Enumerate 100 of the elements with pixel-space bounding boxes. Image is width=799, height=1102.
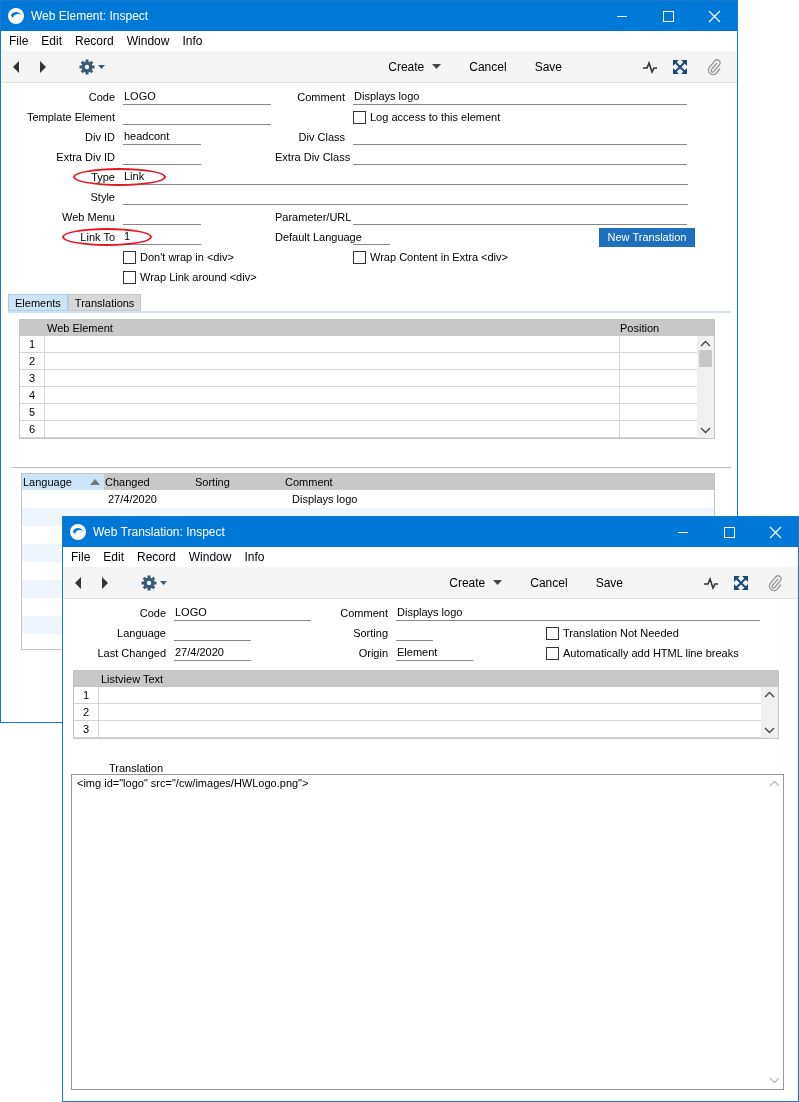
input-field[interactable]: 1: [123, 229, 201, 245]
column-header: Position: [619, 322, 661, 334]
scroll-up-icon[interactable]: [764, 691, 775, 698]
checkbox-label: Automatically add HTML line breaks: [563, 647, 739, 659]
row-number: 3: [74, 721, 99, 737]
field-label: Template Element: [26, 111, 115, 123]
paperclip-icon[interactable]: [768, 573, 782, 592]
row-number: 5: [20, 404, 45, 420]
scroll-up-icon[interactable]: [700, 340, 711, 347]
paperclip-icon[interactable]: [707, 57, 721, 76]
row-number: 2: [20, 353, 45, 369]
input-field[interactable]: Displays logo: [396, 605, 760, 621]
toolbar-button[interactable]: Create: [449, 575, 503, 590]
row-number: 4: [20, 387, 45, 403]
app-logo-icon: [69, 523, 87, 541]
field-label: Div Class: [298, 131, 345, 143]
column-header[interactable]: Changed: [104, 474, 194, 490]
field-label: Comment: [340, 607, 388, 619]
menu-item[interactable]: Edit: [35, 34, 70, 48]
tab[interactable]: Translations: [67, 294, 142, 311]
menu-item[interactable]: Info: [238, 550, 272, 564]
toolbar-button[interactable]: Create: [388, 59, 442, 74]
field-label: Parameter/URL: [275, 211, 352, 223]
input-field[interactable]: LOGO: [174, 605, 311, 621]
field-label: Origin: [358, 647, 388, 659]
new-translation-button[interactable]: New Translation: [599, 227, 695, 247]
checkbox[interactable]: [123, 270, 136, 284]
input-field[interactable]: Displays logo: [353, 89, 687, 105]
checkbox[interactable]: [546, 626, 559, 640]
scrollbar[interactable]: [761, 687, 778, 738]
field-label: Web Menu: [62, 211, 115, 223]
row-number: 1: [20, 336, 45, 352]
scrollbar-thumb[interactable]: [699, 350, 712, 367]
back-icon[interactable]: [11, 59, 21, 74]
tab[interactable]: Elements: [8, 294, 68, 311]
sort-arrow-icon: [90, 479, 100, 485]
settings-icon[interactable]: [79, 58, 107, 75]
field-label: Type: [91, 171, 115, 183]
checkbox[interactable]: [546, 646, 559, 660]
input-field[interactable]: 27/4/2020: [174, 645, 251, 661]
field-label: Code: [139, 607, 166, 619]
field-label: Link To: [80, 231, 115, 243]
table-cell-text: Displays logo: [291, 493, 359, 505]
field-label: Div ID: [85, 131, 115, 143]
checkbox-label: Don't wrap in <div>: [140, 251, 234, 263]
scroll-down-icon[interactable]: [764, 727, 775, 734]
column-header: Listview Text: [100, 673, 165, 685]
activity-icon[interactable]: [703, 575, 719, 590]
toolbar-button[interactable]: Save: [595, 575, 623, 590]
field-label: Extra Div ID: [56, 151, 115, 163]
back-icon[interactable]: [73, 575, 83, 590]
column-header[interactable]: Language: [22, 474, 104, 490]
menu-item[interactable]: Record: [69, 34, 121, 48]
menu-item[interactable]: File: [3, 34, 36, 48]
row-number: 3: [20, 370, 45, 386]
field-label: Style: [90, 191, 115, 203]
column-header[interactable]: Sorting: [194, 474, 284, 490]
row-number: 1: [74, 687, 99, 703]
app-logo-icon: [7, 7, 25, 25]
toolbar-button[interactable]: Cancel: [530, 575, 568, 590]
menu-item[interactable]: Window: [182, 550, 239, 564]
field-label: Last Changed: [97, 647, 166, 659]
field-label: Code: [88, 91, 115, 103]
menu-item[interactable]: Edit: [97, 550, 132, 564]
forward-icon[interactable]: [100, 575, 110, 590]
table-cell-text: 27/4/2020: [107, 493, 158, 505]
input-field[interactable]: headcont: [123, 129, 201, 145]
checkbox-label: Wrap Content in Extra <div>: [370, 251, 508, 263]
row-number: 2: [74, 704, 99, 720]
field-label: Translation: [109, 762, 164, 774]
input-field[interactable]: Element: [396, 645, 473, 661]
checkbox-label: Log access to this element: [370, 111, 501, 123]
input-field[interactable]: LOGO: [123, 89, 271, 105]
toolbar-button[interactable]: Save: [534, 59, 562, 74]
field-label: Comment: [297, 91, 345, 103]
checkbox-label: Translation Not Needed: [563, 627, 679, 639]
scrollbar[interactable]: [697, 336, 714, 438]
field-label: Language: [117, 627, 166, 639]
scroll-down-icon[interactable]: [700, 427, 711, 434]
menu-item[interactable]: Info: [176, 34, 210, 48]
input-field[interactable]: Link: [123, 169, 688, 185]
expand-icon[interactable]: [673, 59, 687, 74]
activity-icon[interactable]: [642, 59, 658, 74]
checkbox[interactable]: [353, 110, 366, 124]
menu-item[interactable]: Record: [131, 550, 183, 564]
menu-item[interactable]: Window: [120, 34, 177, 48]
window-title: Web Translation: Inspect: [93, 525, 226, 539]
expand-icon[interactable]: [734, 575, 748, 590]
window-title: Web Element: Inspect: [31, 9, 150, 23]
settings-icon[interactable]: [141, 574, 169, 591]
toolbar-button[interactable]: Cancel: [469, 59, 507, 74]
row-number: 6: [20, 421, 45, 437]
checkbox-label: Wrap Link around <div>: [140, 271, 257, 283]
menu-item[interactable]: File: [65, 550, 98, 564]
field-label: Sorting: [353, 627, 388, 639]
checkbox[interactable]: [123, 250, 136, 264]
field-label: Default Language: [275, 231, 362, 243]
column-header[interactable]: Comment: [284, 474, 714, 490]
checkbox[interactable]: [353, 250, 366, 264]
forward-icon[interactable]: [38, 59, 48, 74]
